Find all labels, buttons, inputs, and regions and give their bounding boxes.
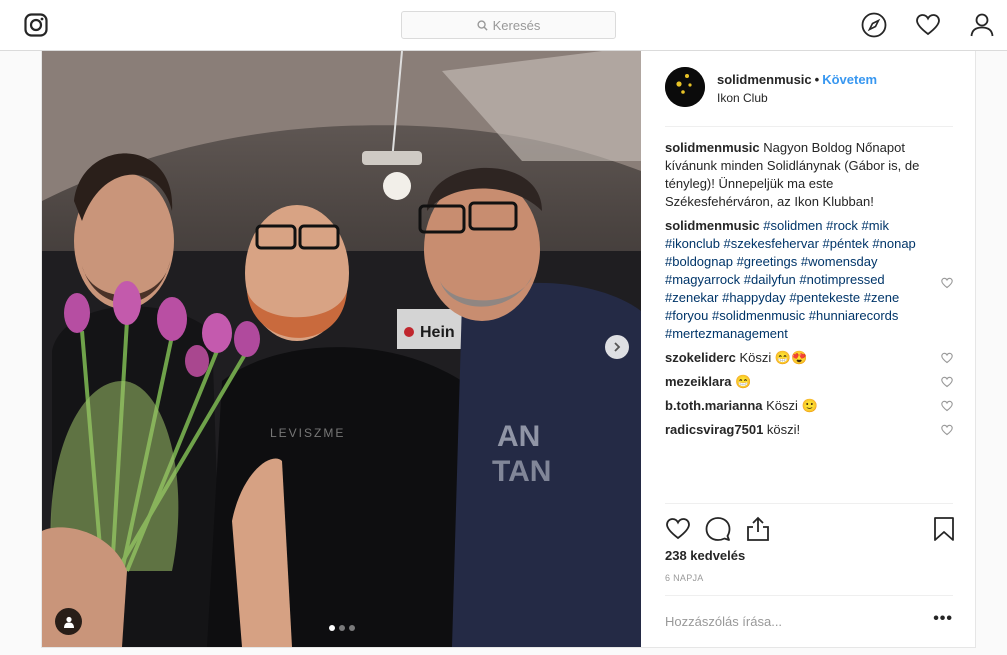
post-photo[interactable]: Hein LEVISZME AN TAN <box>42 51 641 647</box>
comment-user[interactable]: szokeliderc <box>665 350 736 365</box>
caption: solidmenmusic Nagyon Boldog Nőnapot kívá… <box>665 139 953 211</box>
share-icon[interactable] <box>745 516 771 542</box>
chevron-right-icon <box>614 342 621 352</box>
avatar[interactable] <box>665 67 705 107</box>
post-author[interactable]: solidmenmusic <box>717 72 812 87</box>
search-input[interactable]: Keresés <box>401 11 616 39</box>
post-card: Hein LEVISZME AN TAN solidmenmusic • Köv… <box>41 51 976 648</box>
carousel-dot <box>349 625 355 631</box>
user-tags-button[interactable] <box>55 608 82 635</box>
comment-like-icon[interactable] <box>941 277 953 289</box>
svg-text:Hein: Hein <box>420 324 455 341</box>
comment-text: Köszi 🙂 <box>766 398 818 413</box>
like-heart-icon[interactable] <box>665 516 691 542</box>
comment-like-icon[interactable] <box>941 352 953 364</box>
comment-like-icon[interactable] <box>941 376 953 388</box>
post-author-line: solidmenmusic • Követem <box>717 72 877 87</box>
instagram-icon[interactable] <box>24 13 48 37</box>
photo-illustration: Hein LEVISZME AN TAN <box>42 51 641 647</box>
comment-user[interactable]: solidmenmusic <box>665 218 760 233</box>
comments-list: solidmenmusic Nagyon Boldog Nőnapot kívá… <box>665 139 953 445</box>
comment-item: mezeiklara 😁 <box>665 373 953 391</box>
carousel-next-button[interactable] <box>605 335 629 359</box>
svg-text:TAN: TAN <box>492 455 551 488</box>
svg-text:AN: AN <box>497 420 540 453</box>
avatar-image <box>665 67 705 107</box>
caption-user[interactable]: solidmenmusic <box>665 140 760 155</box>
separator-dot: • <box>814 72 820 87</box>
follow-button[interactable]: Követem <box>822 72 877 87</box>
comment-like-icon[interactable] <box>941 424 953 436</box>
hashtag-comment: solidmenmusic #solidmen #rock #mik #ikon… <box>665 217 953 343</box>
add-comment-bar: Hozzászólás írása... ••• <box>665 595 953 647</box>
user-icon <box>63 616 74 628</box>
comment-item: b.toth.marianna Köszi 🙂 <box>665 397 953 415</box>
search-placeholder: Keresés <box>492 17 541 33</box>
svg-text:LEVISZME: LEVISZME <box>270 426 345 440</box>
comment-like-icon[interactable] <box>941 400 953 412</box>
comment-text: Köszi 😁😍 <box>739 350 808 365</box>
comment-item: szokeliderc Köszi 😁😍 <box>665 349 953 367</box>
comment-user[interactable]: radicsvirag7501 <box>665 422 763 437</box>
post-sidebar: solidmenmusic • Követem Ikon Club solidmen… <box>641 51 976 647</box>
likes-count[interactable]: 238 kedvelés <box>665 548 745 563</box>
carousel-dot-active <box>329 625 335 631</box>
heart-icon[interactable] <box>915 12 941 38</box>
comment-text: köszi! <box>766 422 801 437</box>
location-link[interactable]: Ikon Club <box>717 91 768 105</box>
bookmark-icon[interactable] <box>931 516 957 542</box>
comment-bubble-icon[interactable] <box>705 516 731 542</box>
top-navbar: Keresés <box>0 0 1007 51</box>
post-timestamp[interactable]: 6 NAPJA <box>665 573 704 583</box>
post-actions <box>665 503 954 541</box>
carousel-dot <box>339 625 345 631</box>
carousel-indicator <box>329 625 355 631</box>
more-options-button[interactable]: ••• <box>933 610 953 628</box>
comment-user[interactable]: b.toth.marianna <box>665 398 763 413</box>
compass-icon[interactable] <box>861 12 887 38</box>
profile-icon[interactable] <box>969 12 995 38</box>
comment-item: radicsvirag7501 köszi! <box>665 421 953 439</box>
comment-text: 😁 <box>735 374 752 389</box>
add-comment-input[interactable]: Hozzászólás írása... <box>665 614 782 629</box>
search-icon <box>477 19 488 31</box>
post-header: solidmenmusic • Követem Ikon Club <box>665 67 953 127</box>
hashtags[interactable]: #solidmen #rock #mik #ikonclub #szekesfe… <box>665 218 916 341</box>
comment-user[interactable]: mezeiklara <box>665 374 732 389</box>
